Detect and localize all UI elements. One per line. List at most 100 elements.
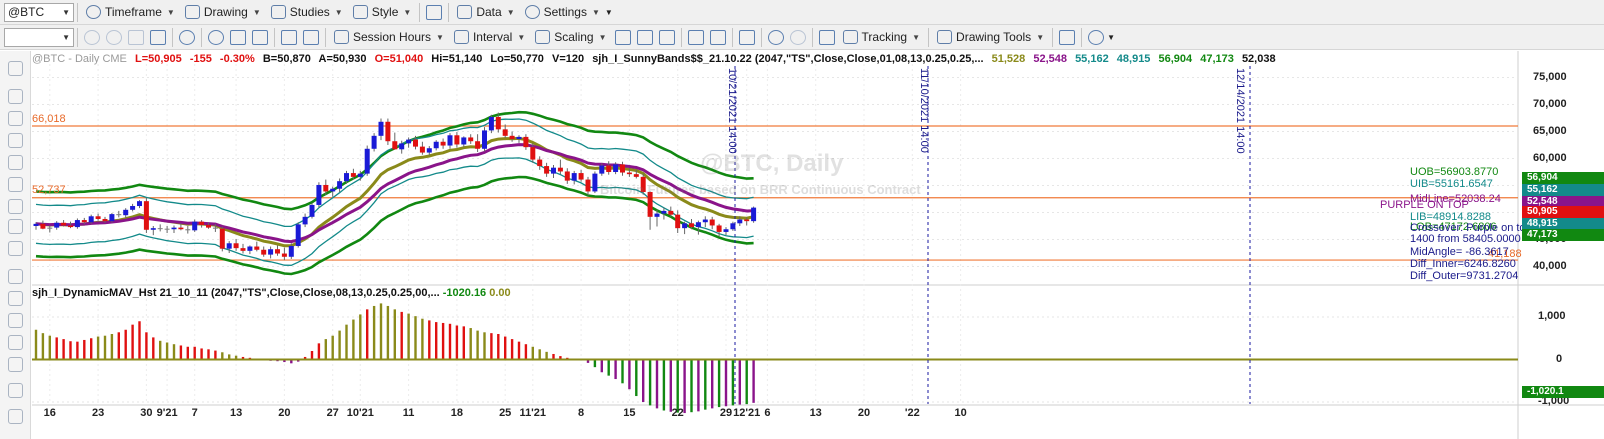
candle-body — [123, 209, 129, 216]
candle-body — [54, 222, 60, 228]
vline-date-2: 11/10/2021 14:00 — [918, 68, 930, 153]
oscillator-legend: sjh_I_DynamicMAV_Hst 21_10_11 (2047,"TS"… — [32, 287, 511, 299]
candle-body — [447, 135, 453, 146]
candle-body — [530, 147, 536, 160]
candle-body — [433, 141, 439, 149]
time-tick-label: 29 — [719, 407, 733, 419]
candle-body — [571, 173, 577, 181]
hline-label-middle: 52,737 — [32, 184, 66, 196]
candle-body — [633, 174, 639, 177]
candle-body — [157, 228, 163, 230]
legend-open: O=51,040 — [374, 53, 424, 65]
candle-body — [488, 116, 494, 131]
badge-lob: 47,173 — [1522, 229, 1604, 241]
time-tick-label: 12'21 — [733, 407, 761, 419]
candle-body — [461, 137, 467, 145]
candle-body — [143, 201, 149, 230]
candle-body — [413, 139, 418, 147]
candle-body — [716, 225, 722, 232]
candle-body — [682, 223, 688, 229]
time-tick-label: 27 — [326, 407, 339, 419]
legend-value-6: 47,173 — [1200, 53, 1234, 65]
candle-body — [392, 141, 398, 150]
candle-body — [295, 224, 301, 246]
annotation-uib: UIB=55161.6547 — [1410, 178, 1493, 190]
candle-body — [509, 135, 515, 140]
vline-date-1: 10/21/2021 14:00 — [726, 68, 738, 154]
candle-body — [74, 220, 80, 228]
time-tick-label: 23 — [91, 407, 105, 419]
time-tick-label: 16 — [43, 407, 56, 419]
candle-body — [668, 210, 674, 215]
candle-body — [399, 143, 405, 150]
osc-study-name: sjh_I_DynamicMAV_Hst 21_10_11 (2047,"TS"… — [32, 287, 440, 299]
candle-body — [33, 223, 39, 226]
candle-body — [288, 245, 294, 257]
candle-body — [578, 173, 584, 180]
candle-body — [523, 136, 529, 148]
candle-body — [61, 222, 67, 226]
time-tick-label: 8 — [578, 407, 585, 419]
candle-body — [268, 249, 274, 255]
candle-body — [537, 159, 543, 167]
candle-body — [426, 148, 432, 153]
osc-value-1: -1020.16 — [442, 287, 487, 299]
candle-body — [737, 219, 743, 224]
legend-last: L=50,905 — [134, 53, 182, 65]
legend-study-name: sjh_I_SunnyBands$$_21.10.22 (2047,"TS",C… — [592, 53, 984, 65]
time-tick-label: 11'21 — [519, 407, 547, 419]
candle-body — [275, 249, 280, 254]
candle-body — [620, 164, 625, 173]
time-tick-label: 20 — [278, 407, 291, 419]
legend-value-2: 52,548 — [1033, 53, 1067, 65]
badge-osc: -1,020.1 — [1522, 386, 1604, 398]
candle-body — [606, 165, 612, 172]
candle-body — [164, 228, 170, 230]
time-tick-label: '22 — [904, 407, 920, 419]
candle-body — [599, 165, 605, 174]
price-legend: @BTC - Daily CME L=50,905 -155 -0.30% B=… — [32, 53, 1281, 65]
badge-last: 50,905 — [1522, 206, 1604, 218]
candle-body — [454, 135, 460, 145]
hline-label-upper: 66,018 — [32, 113, 66, 125]
time-tick-label: 10 — [954, 407, 967, 419]
time-tick-label: 9'21 — [156, 407, 178, 419]
candle-body — [406, 139, 412, 144]
candle-body — [302, 216, 308, 225]
annotation-midangle: MidAngle= -86.3617 — [1410, 246, 1509, 258]
time-tick-label: 15 — [623, 407, 636, 419]
time-tick-label: 11 — [402, 407, 415, 419]
candle-body — [309, 204, 315, 217]
legend-ask: A=50,930 — [318, 53, 367, 65]
time-tick-label: 20 — [857, 407, 871, 419]
candle-body — [212, 227, 218, 229]
candle-body — [68, 225, 73, 228]
legend-value-3: 55,162 — [1075, 53, 1109, 65]
candle-body — [689, 223, 694, 228]
chart-watermark-subtitle: Bitcoin Futures based on BRR Continuous … — [600, 182, 921, 197]
candle-body — [109, 214, 115, 222]
candle-body — [695, 222, 701, 228]
annotation-uob: UOB=56903.8770 — [1410, 166, 1499, 178]
candle-body — [88, 216, 94, 223]
candle-body — [557, 167, 563, 172]
candle-body — [281, 253, 287, 257]
candle-body — [661, 210, 667, 214]
candle-body — [192, 221, 198, 231]
price-chart[interactable] — [0, 0, 1604, 439]
vline-date-3: 12/14/2021 14:00 — [1234, 68, 1246, 154]
candle-body — [723, 229, 729, 232]
legend-bid: B=50,870 — [262, 53, 311, 65]
candle-body — [364, 148, 370, 174]
candle-body — [199, 221, 205, 225]
price-tick-label: 75,000 — [1533, 70, 1567, 83]
legend-value-1: 51,528 — [991, 53, 1026, 65]
candle-body — [419, 146, 425, 153]
candle-body — [702, 219, 708, 223]
candle-body — [385, 121, 391, 142]
candle-body — [330, 188, 336, 192]
candle-body — [675, 214, 681, 229]
candle-body — [219, 228, 225, 249]
legend-low: Lo=50,770 — [490, 53, 544, 65]
candle-body — [102, 218, 108, 222]
